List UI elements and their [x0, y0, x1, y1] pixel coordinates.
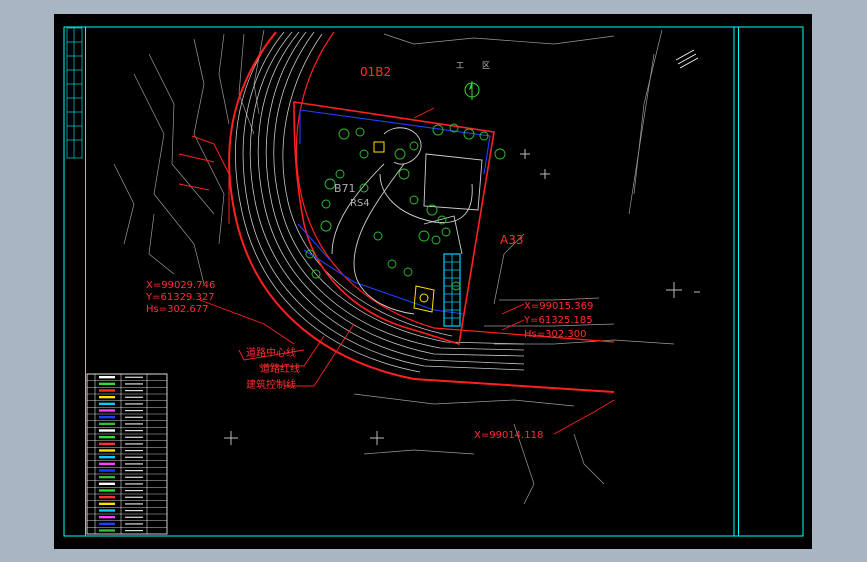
legend-symbol: [99, 482, 115, 485]
zone-label-east: A33: [500, 233, 523, 247]
field-text: 工: [456, 61, 464, 70]
zone-label-s: RS4: [350, 198, 370, 209]
coord-west-h: Hs=302.677: [146, 304, 208, 315]
legend-text-mark: [125, 390, 143, 392]
title-block: [733, 26, 804, 537]
coord-east-x: X=99015.369: [524, 301, 593, 312]
trees: [305, 123, 506, 291]
legend-symbol: [99, 376, 115, 379]
legend-symbol: [99, 396, 115, 399]
coord-east-y: Y=61325.185: [523, 315, 593, 326]
site-boundary: [293, 101, 495, 346]
west-boundary: [178, 135, 230, 224]
legend-text-mark: [125, 496, 143, 498]
field-text: 区: [482, 61, 490, 70]
legend-symbol: [99, 462, 115, 465]
legend-symbol: [99, 436, 115, 439]
coord-west-y: Y=61329.327: [145, 292, 215, 303]
legend-text-mark: [125, 416, 143, 418]
legend-symbol: [99, 402, 115, 405]
legend-text-mark: [125, 396, 143, 398]
legend-text-mark: [125, 470, 143, 472]
drawing-sheet: 01B2 B71 RS4 A33 工 区 X=99029.746 Y=61329…: [54, 14, 812, 549]
legend-text-mark: [125, 516, 143, 518]
legend-symbol: [99, 502, 115, 505]
title-block-divider: [738, 27, 739, 536]
legend-symbol: [99, 469, 115, 472]
callout-road-centerline: 道路中心线: [246, 346, 296, 359]
coord-west-x: X=99029.746: [146, 280, 215, 291]
coord-east-h: Hs=302.300: [524, 329, 586, 340]
zone-label-north: 01B2: [360, 65, 391, 79]
legend-table: [86, 373, 168, 535]
legend-text-mark: [125, 490, 143, 492]
legend-text-mark: [125, 443, 143, 445]
building-footprints: [297, 109, 491, 315]
legend-text-mark: [125, 376, 143, 378]
legend-symbol: [99, 476, 115, 479]
legend-text-mark: [125, 410, 143, 412]
hatch-mark: [675, 49, 699, 69]
legend-text-mark: [125, 476, 143, 478]
legend-symbol: [99, 429, 115, 432]
binding-strip: [66, 27, 83, 159]
legend-text-mark: [125, 436, 143, 438]
legend-symbol: [99, 456, 115, 459]
legend-symbol: [99, 516, 115, 519]
grid-crosses: [224, 149, 700, 445]
legend-symbol: [99, 509, 115, 512]
legend-text-mark: [125, 510, 143, 512]
legend-text-mark: [125, 456, 143, 458]
legend-symbol: [99, 409, 115, 412]
legend-text-mark: [125, 383, 143, 385]
legend-symbol: [99, 416, 115, 419]
legend-text-mark: [125, 450, 143, 452]
road-curve-linework: [235, 31, 525, 373]
legend-text-mark: [125, 423, 143, 425]
legend-symbol: [99, 442, 115, 445]
legend-symbol: [99, 449, 115, 452]
site-plan-drawing: 01B2 B71 RS4 A33 工 区 X=99029.746 Y=61329…: [63, 26, 804, 537]
coord-south-x: X=99014.118: [474, 430, 543, 441]
north-arrow-icon: [464, 81, 480, 100]
zone-label-b: B71: [334, 182, 356, 195]
legend-text-mark: [125, 430, 143, 432]
callout-road-redline: 道路红线: [260, 362, 300, 375]
legend-symbol: [99, 389, 115, 392]
legend-text-mark: [125, 483, 143, 485]
plaza-feature: [373, 141, 435, 313]
legend-text-mark: [125, 530, 143, 532]
legend-text-mark: [125, 403, 143, 405]
binding-margin-line: [85, 27, 86, 536]
legend-symbol: [99, 382, 115, 385]
legend-text-mark: [125, 463, 143, 465]
legend-symbol: [99, 496, 115, 499]
legend-symbol: [99, 522, 115, 525]
legend-symbol: [99, 489, 115, 492]
legend-symbol: [99, 422, 115, 425]
legend-text-mark: [125, 523, 143, 525]
legend-text-mark: [125, 503, 143, 505]
legend-symbol: [99, 529, 115, 532]
callout-setback-line: 建筑控制线: [246, 378, 296, 391]
